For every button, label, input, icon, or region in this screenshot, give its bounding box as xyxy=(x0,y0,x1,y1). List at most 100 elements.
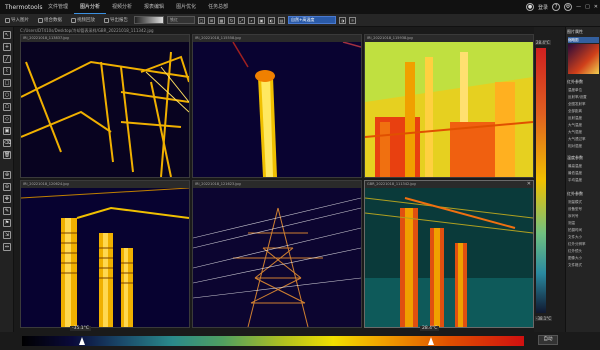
thermal-tile-2[interactable]: IRI_20221018_115558.jpg xyxy=(192,34,362,178)
param-item[interactable]: 大气湿度 xyxy=(568,129,599,135)
user-icon[interactable]: ● xyxy=(526,3,535,11)
menu-video-analysis[interactable]: 视频分析 xyxy=(106,0,138,14)
param-item[interactable]: 反射率/设置 xyxy=(568,94,599,100)
maximize-icon[interactable]: □ xyxy=(585,4,590,10)
menu-report[interactable]: 报表编辑 xyxy=(138,0,170,14)
param-item[interactable]: 大气温度 xyxy=(568,122,599,128)
device-item[interactable]: 序列号 xyxy=(568,213,599,219)
vertical-scale-bar[interactable] xyxy=(536,48,546,313)
thermal-tile-3[interactable]: IRI_20221018_115938.jpg xyxy=(364,34,534,178)
palette-color-bar[interactable] xyxy=(22,336,524,346)
device-item[interactable]: 文件格式 xyxy=(568,262,599,268)
grid-6-icon[interactable]: ▦ xyxy=(218,16,225,24)
export-report-button[interactable]: 导出报告 xyxy=(101,17,131,23)
image-icon[interactable]: ▣ xyxy=(258,16,265,24)
temp-item[interactable]: 最低温度 xyxy=(568,170,599,176)
minimize-icon[interactable]: — xyxy=(576,4,581,10)
low-temp-marker[interactable] xyxy=(79,337,85,345)
param-item[interactable]: 全图发射率 xyxy=(568,101,599,107)
zoom-in-icon[interactable]: ⊕ xyxy=(3,171,11,179)
area-icon[interactable]: ▣ xyxy=(3,127,11,135)
circle-icon[interactable]: ○ xyxy=(3,91,11,99)
param-item[interactable]: 温度单位 xyxy=(568,87,599,93)
login-link[interactable]: 登录 xyxy=(538,4,548,11)
device-item[interactable]: 红外镜头 xyxy=(568,248,599,254)
param-item[interactable]: 反射温度 xyxy=(568,115,599,121)
device-item[interactable]: 测温 xyxy=(568,220,599,226)
brightness-icon[interactable]: ☼ xyxy=(349,16,356,24)
toolbar: 导入图片 组合数据 视频回放 导出报告 铁红 ▢ ⊞ ▦ ↻ ⤢ ⌕ ▣ ◐ ▤… xyxy=(0,14,600,27)
delete-icon[interactable]: 🗑 xyxy=(3,151,11,159)
zoom-icon[interactable]: ⌕ xyxy=(248,16,255,24)
thermal-tile-1[interactable]: IRI_20221018_113837.jpg xyxy=(20,34,190,178)
settings-icon[interactable]: ⚙ xyxy=(564,3,573,11)
auto-button[interactable]: 自动 xyxy=(538,335,558,345)
device-params-header: 红外参数 xyxy=(567,191,583,196)
temp-item[interactable]: 平均温度 xyxy=(568,177,599,183)
polygon-icon[interactable]: ⬠ xyxy=(3,103,11,111)
ir-params-header: 红外参数 xyxy=(567,79,583,84)
pointer-icon[interactable]: ↖ xyxy=(3,31,11,39)
spot-icon[interactable]: + xyxy=(3,43,11,51)
thermal-tile-5[interactable]: IRI_20221018_121623.jpg xyxy=(192,180,362,328)
title-bar: Thermotools 文件管理 图片分析 视频分析 报表编辑 图片优化 任务总… xyxy=(0,0,600,14)
compare-tool-icon[interactable]: ⇔ xyxy=(3,243,11,251)
menu-file[interactable]: 文件管理 xyxy=(42,0,74,14)
line-icon[interactable]: ╱ xyxy=(3,55,11,63)
param-item[interactable]: 大气透过率 xyxy=(568,136,599,142)
compare-button[interactable]: 组合数据 xyxy=(35,17,65,23)
tile-title: IRI_20221018_115938.jpg xyxy=(365,35,533,42)
device-item[interactable]: 图像大小 xyxy=(568,255,599,261)
device-item[interactable]: 红外分辨率 xyxy=(568,241,599,247)
pan-icon[interactable]: ✥ xyxy=(3,195,11,203)
low-temp-label: -35.1°C xyxy=(70,326,92,331)
thermal-image-5 xyxy=(193,188,361,327)
import-icon xyxy=(5,17,10,23)
thermal-tile-6[interactable]: GBR_20221018_111342.jpg ✕ xyxy=(364,180,534,328)
scheme-select[interactable]: 自然+高温度 xyxy=(288,16,336,24)
device-item[interactable]: 文件大小 xyxy=(568,234,599,240)
thermal-tile-4[interactable]: IRI_20221018_120624.jpg xyxy=(20,180,190,328)
scale-min-label: -38.1°C xyxy=(535,316,553,321)
high-temp-label: 28.4°C xyxy=(420,326,440,331)
marker-icon[interactable]: ⚑ xyxy=(3,219,11,227)
compare-icon xyxy=(38,17,43,23)
device-item[interactable]: 拍摄时间 xyxy=(568,227,599,233)
grid-4-icon[interactable]: ⊞ xyxy=(208,16,215,24)
free-shape-icon[interactable]: ◇ xyxy=(3,115,11,123)
high-temp-marker[interactable] xyxy=(428,337,434,345)
polyline-icon[interactable]: ⌇ xyxy=(3,67,11,75)
replay-button[interactable]: 视频回放 xyxy=(68,17,98,23)
param-item[interactable]: 相对湿度 xyxy=(568,143,599,149)
fit-icon[interactable]: ⤢ xyxy=(238,16,245,24)
thumbnail-tab[interactable]: 缩略图 xyxy=(568,37,599,43)
contrast-icon[interactable]: ◑ xyxy=(339,16,346,24)
thermal-image-3 xyxy=(365,42,533,177)
fusion-icon[interactable]: ◐ xyxy=(268,16,275,24)
thermotools-app: Thermotools 文件管理 图片分析 视频分析 报表编辑 图片优化 任务总… xyxy=(0,0,600,350)
save-icon[interactable]: ▤ xyxy=(278,16,285,24)
help-icon[interactable]: ? xyxy=(552,3,561,11)
close-icon[interactable]: ✕ xyxy=(594,4,598,10)
eraser-icon[interactable]: ⌫ xyxy=(3,139,11,147)
app-title: Thermotools xyxy=(5,3,43,11)
palette-name-select[interactable]: 铁红 xyxy=(167,16,195,24)
menu-optimize[interactable]: 图片优化 xyxy=(170,0,202,14)
ratio-icon[interactable]: ⇲ xyxy=(3,231,11,239)
device-item[interactable]: 设备型号 xyxy=(568,206,599,212)
import-button[interactable]: 导入图片 xyxy=(2,17,32,23)
zoom-out-icon[interactable]: ⊖ xyxy=(3,183,11,191)
palette-select[interactable] xyxy=(134,16,164,24)
device-item[interactable]: 测量模式 xyxy=(568,199,599,205)
grid-1-icon[interactable]: ▢ xyxy=(198,16,205,24)
temp-item[interactable]: 最高温度 xyxy=(568,163,599,169)
thermal-image-6 xyxy=(365,188,533,327)
thermal-image-4 xyxy=(21,188,189,327)
close-tile-icon[interactable]: ✕ xyxy=(527,181,531,188)
menu-tasks[interactable]: 任务总部 xyxy=(202,0,234,14)
rotate-icon[interactable]: ↻ xyxy=(228,16,235,24)
eyedropper-icon[interactable]: ✎ xyxy=(3,207,11,215)
param-item[interactable]: 全部距离 xyxy=(568,108,599,114)
menu-image-analysis[interactable]: 图片分析 xyxy=(74,0,107,14)
rect-icon[interactable]: □ xyxy=(3,79,11,87)
